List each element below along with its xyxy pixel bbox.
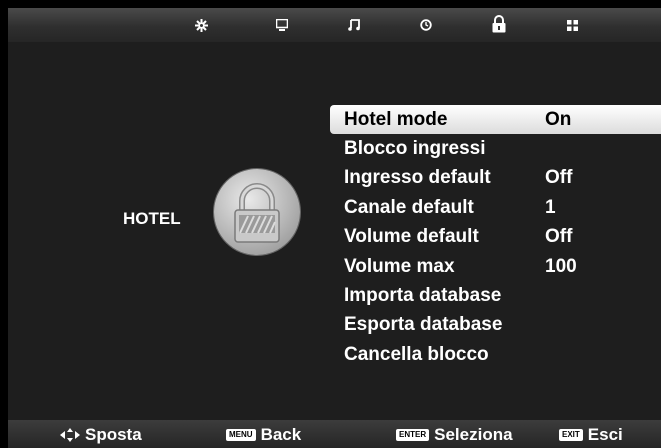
hint-exit-label: Esci bbox=[587, 425, 623, 444]
screen-icon[interactable] bbox=[274, 17, 290, 33]
menu-item-volume-max[interactable]: Volume max 100 bbox=[330, 252, 661, 281]
exit-key-icon: EXIT bbox=[559, 429, 583, 441]
navigation-arrows-icon bbox=[60, 428, 80, 442]
menu-item-label: Ingresso default bbox=[344, 167, 491, 189]
padlock-emblem-icon bbox=[214, 169, 300, 255]
menu-item-value: 100 bbox=[545, 255, 577, 277]
grid-options-icon[interactable] bbox=[564, 17, 580, 33]
music-note-icon[interactable] bbox=[346, 17, 362, 33]
menu-item-value: On bbox=[545, 108, 572, 130]
hint-select: ENTER Seleziona bbox=[396, 425, 513, 445]
menu-item-importa-database[interactable]: Importa database bbox=[330, 281, 661, 310]
menu-item-cancella-blocco[interactable]: Cancella blocco bbox=[330, 340, 661, 369]
hotel-menu-list: Hotel mode On Blocco ingressi Ingresso d… bbox=[330, 105, 661, 370]
menu-item-hotel-mode[interactable]: Hotel mode On bbox=[330, 105, 661, 135]
hint-move-label: Sposta bbox=[85, 425, 142, 444]
timer-clock-icon[interactable] bbox=[418, 17, 434, 33]
category-title: HOTEL bbox=[123, 209, 181, 228]
menu-item-label: Importa database bbox=[344, 285, 502, 307]
hint-select-label: Seleziona bbox=[434, 425, 513, 444]
lock-icon[interactable] bbox=[490, 14, 508, 34]
menu-item-blocco-ingressi[interactable]: Blocco ingressi bbox=[330, 134, 661, 163]
menu-item-label: Volume max bbox=[344, 255, 455, 277]
menu-item-label: Cancella blocco bbox=[344, 343, 489, 365]
hint-back: MENU Back bbox=[226, 425, 301, 445]
menu-item-label: Blocco ingressi bbox=[344, 138, 486, 160]
menu-item-label: Esporta database bbox=[344, 314, 503, 336]
enter-key-icon: ENTER bbox=[396, 429, 430, 441]
menu-item-ingresso-default[interactable]: Ingresso default Off bbox=[330, 164, 661, 193]
menu-key-icon: MENU bbox=[226, 429, 256, 441]
menu-item-label: Hotel mode bbox=[344, 108, 448, 130]
hint-move: Sposta bbox=[60, 425, 142, 445]
picture-settings-icon[interactable] bbox=[193, 17, 209, 33]
key-hints-bar: Sposta MENU Back ENTER Seleziona EXIT Es… bbox=[8, 420, 661, 448]
menu-item-esporta-database[interactable]: Esporta database bbox=[330, 311, 661, 340]
hint-exit: EXIT Esci bbox=[559, 425, 623, 445]
menu-item-volume-default[interactable]: Volume default Off bbox=[330, 223, 661, 252]
menu-item-value: Off bbox=[545, 167, 573, 189]
menu-item-canale-default[interactable]: Canale default 1 bbox=[330, 193, 661, 222]
category-tab-bar bbox=[8, 8, 661, 42]
hint-back-label: Back bbox=[260, 425, 302, 444]
menu-item-value: Off bbox=[545, 226, 573, 248]
hotel-settings-screen: HOTEL Hotel mode On Blocco ingressi Ingr… bbox=[8, 8, 661, 448]
menu-item-label: Canale default bbox=[344, 196, 474, 218]
menu-item-label: Volume default bbox=[344, 226, 479, 248]
menu-item-value: 1 bbox=[545, 196, 556, 218]
